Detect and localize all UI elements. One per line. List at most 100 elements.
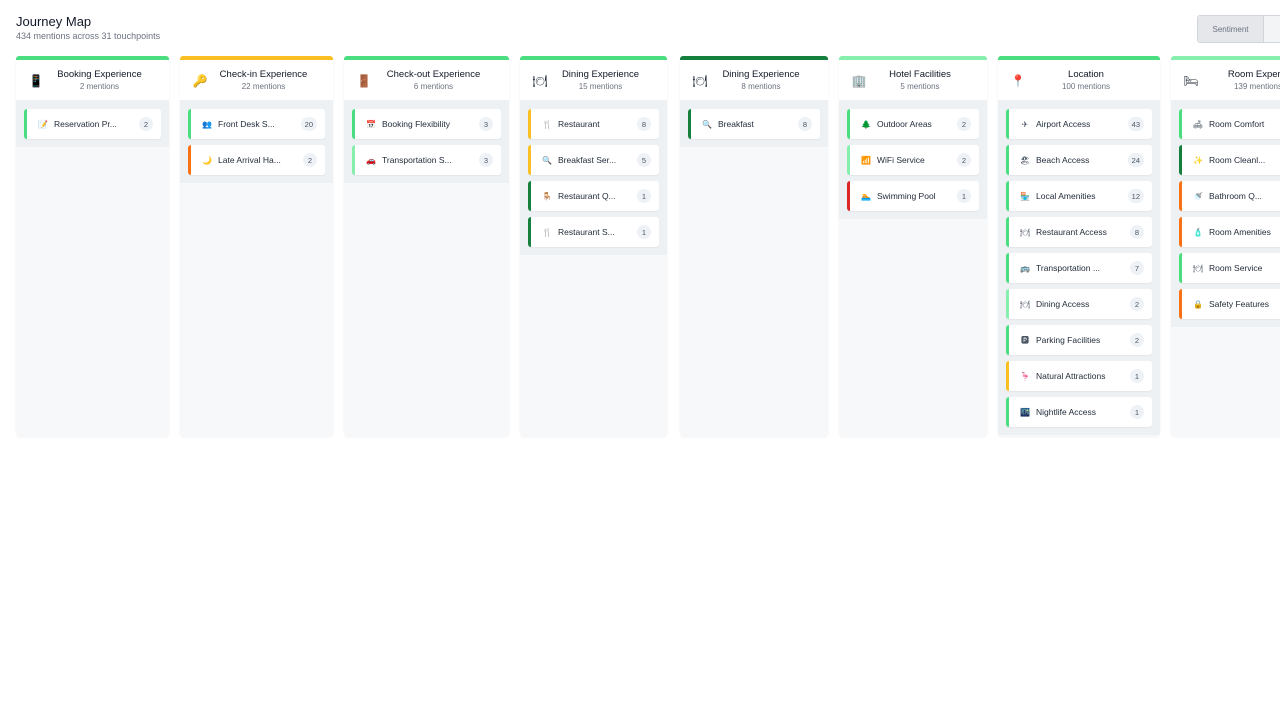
page-title: Journey Map xyxy=(16,14,92,29)
column-header[interactable]: 🏢 Hotel Facilities 5 mentions xyxy=(839,60,987,101)
column-mention-count: 2 mentions xyxy=(79,82,120,91)
touchpoint-card[interactable]: 🏪 Local Amenities 12 xyxy=(1006,181,1152,211)
column-header[interactable]: 🍽 Dining Experience 15 mentions xyxy=(520,60,667,101)
memo-icon: 📝 xyxy=(38,119,48,129)
touchpoint-label: Safety Features xyxy=(1209,299,1270,309)
journey-column: 🚪 Check-out Experience 6 mentions 📅 Book… xyxy=(344,56,509,436)
touchpoint-card[interactable]: 🌃 Nightlife Access 1 xyxy=(1006,397,1152,427)
touchpoint-card[interactable]: ✈ Airport Access 43 xyxy=(1006,109,1152,139)
mention-count-badge: 8 xyxy=(637,117,651,131)
column-title-wrap: Dining Experience 8 mentions xyxy=(708,69,799,91)
journey-board: 📱 Booking Experience 2 mentions 📝 Reserv… xyxy=(16,56,1280,436)
touchpoint-card[interactable]: 👥 Front Desk S... 20 xyxy=(188,109,325,139)
touchpoint-label: Beach Access xyxy=(1036,155,1090,165)
touchpoint-card[interactable]: ✨ Room Cleanl... xyxy=(1179,145,1280,175)
mention-count-badge: 7 xyxy=(1130,261,1144,275)
cards-area: 📝 Reservation Pr... 2 xyxy=(16,101,169,147)
sparkles-icon: ✨ xyxy=(1193,155,1203,165)
touchpoint-card[interactable]: 🏖 Beach Access 24 xyxy=(1006,145,1152,175)
page-header: Journey Map 434 mentions across 31 touch… xyxy=(16,14,160,41)
touchpoint-card[interactable]: 🍴 Restaurant S... 1 xyxy=(528,217,659,247)
column-header[interactable]: 🚪 Check-out Experience 6 mentions xyxy=(344,60,509,101)
toggle-second-button[interactable] xyxy=(1264,16,1280,42)
night-city-icon: 🌃 xyxy=(1020,407,1030,417)
touchpoint-card[interactable]: 🏊 Swimming Pool 1 xyxy=(847,181,979,211)
touchpoint-label: Local Amenities xyxy=(1036,191,1096,201)
wifi-icon: 📶 xyxy=(861,155,871,165)
column-title-wrap: Dining Experience 15 mentions xyxy=(548,69,639,91)
touchpoint-card[interactable]: 🍽 Room Service xyxy=(1179,253,1280,283)
building-icon: 🏢 xyxy=(851,74,867,88)
column-header[interactable]: 📱 Booking Experience 2 mentions xyxy=(16,60,169,101)
column-title: Hotel Facilities xyxy=(889,69,951,80)
touchpoint-card[interactable]: 🚌 Transportation ... 7 xyxy=(1006,253,1152,283)
beach-icon: 🏖 xyxy=(1019,155,1031,165)
touchpoint-label: Room Cleanl... xyxy=(1209,155,1266,165)
touchpoint-label: Room Service xyxy=(1209,263,1263,273)
touchpoint-card[interactable]: 🔒 Safety Features xyxy=(1179,289,1280,319)
touchpoint-card[interactable]: 🌙 Late Arrival Ha... 2 xyxy=(188,145,325,175)
column-title: Check-in Experience xyxy=(219,69,308,80)
touchpoint-card[interactable]: 📅 Booking Flexibility 3 xyxy=(352,109,501,139)
touchpoint-label: Booking Flexibility xyxy=(382,119,451,129)
touchpoint-card[interactable]: 🚗 Transportation S... 3 xyxy=(352,145,501,175)
touchpoint-card[interactable]: 📶 WiFi Service 2 xyxy=(847,145,979,175)
cards-area: 🍴 Restaurant 8 🔍 Breakfast Ser... 5 🪑 Re… xyxy=(520,101,667,255)
cards-area: 🛋 Room Comfort ✨ Room Cleanl... 🚿 Bathro… xyxy=(1171,101,1280,327)
touchpoint-card[interactable]: 🍽 Restaurant Access 8 xyxy=(1006,217,1152,247)
touchpoint-card[interactable]: 🅿 Parking Facilities 2 xyxy=(1006,325,1152,355)
mention-count-badge: 1 xyxy=(1130,405,1144,419)
column-header[interactable]: 🍽 Dining Experience 8 mentions xyxy=(680,60,828,101)
touchpoint-card[interactable]: 🦩 Natural Attractions 1 xyxy=(1006,361,1152,391)
column-title-wrap: Location 100 mentions xyxy=(1048,69,1110,91)
mention-count-badge: 3 xyxy=(479,153,493,167)
touchpoint-label: Late Arrival Ha... xyxy=(218,155,281,165)
couch-icon: 🛋 xyxy=(1192,119,1204,129)
column-header[interactable]: 🛏 Room Experie 139 mentions xyxy=(1171,60,1280,101)
column-mention-count: 139 mentions xyxy=(1233,82,1280,91)
touchpoint-label: Restaurant S... xyxy=(558,227,615,237)
plate-icon: 🍽 xyxy=(1192,263,1204,273)
mention-count-badge: 5 xyxy=(637,153,651,167)
store-icon: 🏪 xyxy=(1020,191,1030,201)
mention-count-badge: 20 xyxy=(300,117,317,131)
mention-count-badge: 43 xyxy=(1127,117,1144,131)
touchpoint-label: Restaurant Q... xyxy=(558,191,616,201)
touchpoint-label: Natural Attractions xyxy=(1036,371,1106,381)
touchpoint-card[interactable]: 🌲 Outdoor Areas 2 xyxy=(847,109,979,139)
touchpoint-card[interactable]: 🔍 Breakfast 8 xyxy=(688,109,820,139)
column-mention-count: 100 mentions xyxy=(1061,82,1111,91)
touchpoint-card[interactable]: 🔍 Breakfast Ser... 5 xyxy=(528,145,659,175)
column-title: Room Experie xyxy=(1227,69,1280,80)
touchpoint-card[interactable]: 🪑 Restaurant Q... 1 xyxy=(528,181,659,211)
touchpoint-card[interactable]: 🧴 Room Amenities xyxy=(1179,217,1280,247)
column-mention-count: 15 mentions xyxy=(578,82,623,91)
sentiment-toggle-button[interactable]: Sentiment xyxy=(1198,16,1264,42)
mention-count-badge: 8 xyxy=(798,117,812,131)
mention-count-badge: 1 xyxy=(1130,369,1144,383)
column-title-wrap: Hotel Facilities 5 mentions xyxy=(875,69,951,91)
shower-icon: 🚿 xyxy=(1193,191,1203,201)
touchpoint-card[interactable]: 🍴 Restaurant 8 xyxy=(528,109,659,139)
journey-column: 🍽 Dining Experience 8 mentions 🔍 Breakfa… xyxy=(680,56,828,436)
mention-count-badge: 3 xyxy=(479,117,493,131)
touchpoint-label: Breakfast Ser... xyxy=(558,155,617,165)
journey-column: 🔑 Check-in Experience 22 mentions 👥 Fron… xyxy=(180,56,333,436)
touchpoint-label: Airport Access xyxy=(1036,119,1091,129)
touchpoint-card[interactable]: 🚿 Bathroom Q... xyxy=(1179,181,1280,211)
column-header[interactable]: 📍 Location 100 mentions xyxy=(998,60,1160,101)
touchpoint-card[interactable]: 📝 Reservation Pr... 2 xyxy=(24,109,161,139)
touchpoint-card[interactable]: 🛋 Room Comfort xyxy=(1179,109,1280,139)
plate-icon: 🍽 xyxy=(692,74,708,88)
column-header[interactable]: 🔑 Check-in Experience 22 mentions xyxy=(180,60,333,101)
door-icon: 🚪 xyxy=(356,74,372,88)
touchpoint-card[interactable]: 🍽 Dining Access 2 xyxy=(1006,289,1152,319)
parking-icon: 🅿 xyxy=(1021,335,1029,345)
mention-count-badge: 2 xyxy=(1130,297,1144,311)
column-mention-count: 8 mentions xyxy=(741,82,781,91)
lotion-icon: 🧴 xyxy=(1193,227,1203,237)
column-title: Location xyxy=(1068,69,1104,80)
journey-column: 🏢 Hotel Facilities 5 mentions 🌲 Outdoor … xyxy=(839,56,987,436)
bed-icon: 🛏 xyxy=(1183,74,1199,88)
key-icon: 🔑 xyxy=(192,74,208,88)
